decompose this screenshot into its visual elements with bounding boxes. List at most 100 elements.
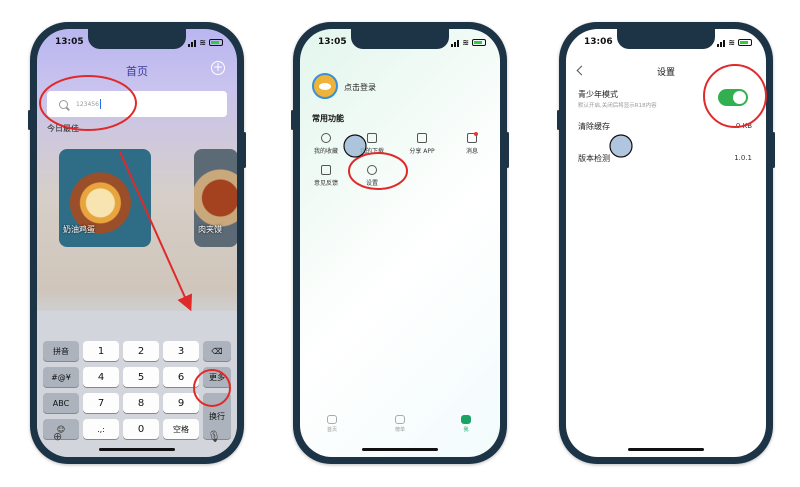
- battery-icon: [209, 39, 223, 46]
- feedback-icon: [321, 165, 331, 175]
- key-pinyin[interactable]: 拼音: [43, 341, 79, 361]
- volume-button: [291, 110, 294, 130]
- function-downloads[interactable]: 我的下载: [352, 133, 392, 155]
- key-space[interactable]: 空格: [163, 419, 199, 439]
- volume-button: [557, 110, 560, 130]
- profile-icon: [461, 415, 471, 424]
- key-2[interactable]: 2: [123, 341, 159, 361]
- signal-icon: [188, 39, 197, 47]
- function-label: 消息: [465, 148, 478, 155]
- message-icon: [467, 132, 478, 143]
- power-button: [243, 132, 246, 168]
- battery-icon: [738, 39, 752, 46]
- chart-icon: [395, 415, 405, 424]
- download-icon: [367, 133, 377, 143]
- screen: 13:05 ≋ 首页 + 今日最佳 奶油鸡蛋 肉夹馍: [37, 29, 237, 457]
- wifi-icon: ≋: [199, 38, 206, 47]
- key-punctuation[interactable]: .,:: [83, 419, 119, 439]
- cache-size: 0 KB: [735, 122, 752, 130]
- tab-label: 我: [463, 427, 469, 433]
- recipe-card-caption: 肉夹馍: [198, 225, 222, 234]
- key-abc[interactable]: ABC: [43, 393, 79, 413]
- recipe-card[interactable]: 肉夹馍: [194, 149, 237, 247]
- function-settings[interactable]: 设置: [352, 165, 392, 187]
- status-time: 13:05: [55, 37, 84, 47]
- signal-icon: [717, 39, 726, 47]
- function-messages[interactable]: 消息: [452, 132, 492, 155]
- search-bar[interactable]: [47, 91, 227, 117]
- tab-ranking[interactable]: 榜单: [380, 415, 420, 433]
- unread-dot: [474, 132, 478, 136]
- avatar[interactable]: [312, 73, 338, 99]
- status-bar: 13:05 ≋: [300, 37, 500, 53]
- status-time: 13:05: [318, 37, 347, 47]
- function-feedback[interactable]: 意见反馈: [306, 165, 346, 187]
- battery-icon: [472, 39, 486, 46]
- tab-label: 榜单: [394, 427, 405, 433]
- section-label: 今日最佳: [47, 124, 79, 133]
- youth-mode-toggle[interactable]: [718, 89, 748, 106]
- screen: 13:06 ≋ 设置 青少年模式 默认开启,关闭后将显示R18内容 清除缓存 0…: [566, 29, 766, 457]
- search-input[interactable]: [76, 100, 196, 108]
- function-favorites[interactable]: 我的收藏: [306, 133, 346, 155]
- add-icon[interactable]: +: [211, 61, 225, 75]
- function-label: 设置: [365, 180, 378, 187]
- wifi-icon: ≋: [462, 38, 469, 47]
- function-label: 我的下载: [359, 148, 384, 155]
- key-9[interactable]: 9: [163, 393, 199, 413]
- key-7[interactable]: 7: [83, 393, 119, 413]
- function-share-app[interactable]: 分享 APP: [402, 133, 442, 155]
- microphone-icon[interactable]: 🎙︎: [207, 430, 221, 443]
- power-button: [772, 132, 775, 168]
- home-indicator: [99, 448, 175, 451]
- function-label: 分享 APP: [409, 148, 435, 155]
- login-link[interactable]: 点击登录: [344, 82, 376, 93]
- page-title: 设置: [656, 68, 675, 78]
- recipe-card-caption: 奶油鸡蛋: [63, 225, 95, 234]
- tab-me[interactable]: 我: [446, 415, 486, 433]
- key-backspace[interactable]: ⌫: [203, 341, 231, 361]
- key-more[interactable]: 更多: [203, 367, 231, 387]
- key-5[interactable]: 5: [123, 367, 159, 387]
- status-bar: 13:05 ≋: [37, 37, 237, 53]
- section-title: 常用功能: [312, 114, 344, 123]
- stage: 13:05 ≋ 首页 + 今日最佳 奶油鸡蛋 肉夹馍: [0, 0, 800, 487]
- recipe-card[interactable]: 奶油鸡蛋: [59, 149, 151, 247]
- home-indicator: [628, 448, 704, 451]
- numeric-keyboard: 拼音 1 2 3 ⌫ #@¥ 4 5 6 更多 ABC 7 8 9 换行 ☺ .…: [37, 311, 237, 457]
- tab-home[interactable]: 首页: [312, 415, 352, 433]
- function-label: 我的收藏: [313, 148, 338, 155]
- key-symbols[interactable]: #@¥: [43, 367, 79, 387]
- clear-cache-row[interactable]: 清除缓存: [578, 121, 610, 132]
- signal-icon: [451, 39, 460, 47]
- function-label: 意见反馈: [313, 180, 338, 187]
- power-button: [506, 132, 509, 168]
- page-title: 首页: [126, 65, 148, 78]
- key-8[interactable]: 8: [123, 393, 159, 413]
- share-icon: [417, 133, 427, 143]
- key-4[interactable]: 4: [83, 367, 119, 387]
- status-bar: 13:06 ≋: [566, 37, 766, 53]
- phone-home-screen: 13:05 ≋ 首页 + 今日最佳 奶油鸡蛋 肉夹馍: [28, 22, 246, 464]
- phone-settings-screen: 13:06 ≋ 设置 青少年模式 默认开启,关闭后将显示R18内容 清除缓存 0…: [557, 22, 775, 464]
- volume-button: [28, 110, 31, 130]
- text-caret: [100, 99, 101, 109]
- key-6[interactable]: 6: [163, 367, 199, 387]
- key-1[interactable]: 1: [83, 341, 119, 361]
- youth-mode-description: 默认开启,关闭后将显示R18内容: [578, 103, 657, 109]
- wifi-icon: ≋: [728, 38, 735, 47]
- search-icon: [59, 99, 68, 109]
- tab-label: 首页: [326, 427, 337, 433]
- globe-icon[interactable]: ⊕: [53, 430, 62, 443]
- gear-icon: [367, 165, 377, 175]
- user-icon: [321, 133, 331, 143]
- youth-mode-label: 青少年模式: [578, 90, 618, 99]
- phone-profile-screen: 13:05 ≋ 点击登录 常用功能 我的收藏 我的下载 分享 APP 消息 意见…: [291, 22, 509, 464]
- key-3[interactable]: 3: [163, 341, 199, 361]
- status-time: 13:06: [584, 37, 613, 47]
- version-number: 1.0.1: [734, 154, 752, 162]
- tab-bar: 首页 榜单 我: [300, 415, 500, 439]
- key-0[interactable]: 0: [123, 419, 159, 439]
- home-indicator: [362, 448, 438, 451]
- version-check-row[interactable]: 版本检测: [578, 153, 610, 164]
